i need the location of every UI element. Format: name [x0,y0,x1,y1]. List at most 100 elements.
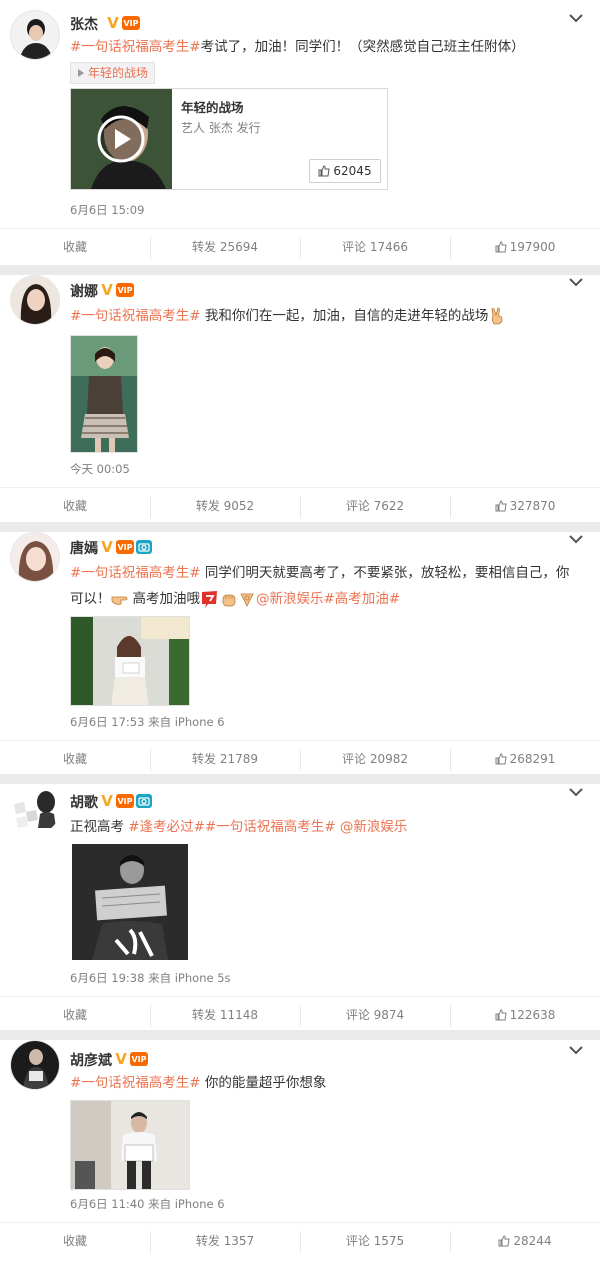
repost-button[interactable]: 转发 1357 [150,1223,300,1259]
post-xiena: 谢娜 V VIP #一句话祝福高考生# 我和你们在一起，加油，自信的走进年轻的战… [0,265,600,522]
collect-button[interactable]: 收藏 [0,229,150,265]
play-small-icon [78,69,84,77]
thumbs-up-icon [498,1235,510,1247]
badges: V VIP [100,281,134,299]
post-text: #一句话祝福高考生# 你的能量超乎你想象 [70,1070,326,1096]
collect-button[interactable]: 收藏 [0,488,150,524]
action-bar: 收藏 转发 1357 评论 1575 28244 [0,1222,600,1259]
thumbs-up-icon [495,500,507,512]
like-button[interactable]: 268291 [450,741,600,777]
post-photo[interactable] [70,616,190,706]
comment-button[interactable]: 评论 20982 [300,741,450,777]
post-huyanbin: 胡彦斌 V VIP #一句话祝福高考生# 你的能量超乎你想象 6月6日 11:4… [0,1030,600,1261]
badges: V VIP [100,538,152,556]
card-title: 年轻的战场 [181,100,244,115]
music-tag-label: 年轻的战场 [88,66,149,80]
user-name[interactable]: 胡彦斌 [70,1050,112,1070]
repost-button[interactable]: 转发 9052 [150,488,300,524]
fist-emoji-icon [222,594,236,607]
avatar-tangyan-image [11,533,59,581]
music-tag[interactable]: 年轻的战场 [70,62,156,84]
post-huge: 胡歌 V VIP 正视高考 #逢考必过##一句话祝福高考生# @新浪娱乐 6月6… [0,774,600,1030]
topic-link[interactable]: #一句话祝福高考生# [70,565,201,581]
like-button[interactable]: 327870 [450,488,600,524]
thumbs-up-icon [495,753,507,765]
like-count: 327870 [509,499,556,513]
post-zhangjie: 张杰 V VIP #一句话祝福高考生#考试了，加油！同学们！（突然感觉自己班主任… [0,0,600,265]
topic-link[interactable]: #高考加油# [324,591,401,607]
topic-link[interactable]: #一句话祝福高考生# [70,308,201,324]
action-bar: 收藏 转发 9052 评论 7622 327870 [0,487,600,524]
user-name[interactable]: 谢娜 [70,281,98,301]
ok-hand-emoji-icon [240,593,254,607]
post-body: 我和你们在一起，加油，自信的走进年轻的战场 [200,308,489,324]
post-time[interactable]: 6月6日 19:38 来自 iPhone 5s [70,970,231,986]
action-bar: 收藏 转发 21789 评论 20982 268291 [0,740,600,777]
comment-button[interactable]: 评论 9874 [300,997,450,1033]
card-like-button[interactable]: 62045 [309,159,381,183]
like-count: 28244 [513,1234,552,1248]
badges: V VIP [100,792,152,810]
post-time[interactable]: 今天 00:05 [70,461,130,477]
pointing-hand-emoji-icon [111,596,127,605]
vip-icon: VIP [130,1052,148,1066]
chevron-down-icon[interactable] [568,784,584,800]
photo-xiena-image [71,336,137,452]
avatar[interactable] [10,275,60,325]
topic-link[interactable]: #一句话祝福高考生# [70,39,201,55]
avatar-huge-image [10,784,60,834]
mention-link[interactable]: @新浪娱乐 [336,819,408,835]
vip-icon: VIP [116,540,134,554]
thumbs-up-icon [318,165,330,177]
post-time[interactable]: 6月6日 11:40 来自 iPhone 6 [70,1196,225,1212]
chevron-down-icon[interactable] [568,531,584,547]
post-text: #一句话祝福高考生#考试了，加油！同学们！（突然感觉自己班主任附体） [70,34,525,60]
photo-tangyan-image [71,617,189,705]
post-body-line2: 可以！ [70,591,111,607]
photo-huyanbin-image [71,1101,189,1189]
like-button[interactable]: 197900 [450,229,600,265]
card-subtitle: 艺人 张杰 发行 [181,121,261,135]
music-card[interactable]: 年轻的战场 艺人 张杰 发行 62045 [70,88,388,190]
like-button[interactable]: 28244 [450,1223,600,1259]
post-body: 你的能量超乎你想象 [200,1075,327,1091]
post-time[interactable]: 6月6日 15:09 [70,202,144,218]
post-photo[interactable] [70,1100,190,1190]
repost-button[interactable]: 转发 21789 [150,741,300,777]
like-button[interactable]: 122638 [450,997,600,1033]
repost-button[interactable]: 转发 25694 [150,229,300,265]
chevron-down-icon[interactable] [568,274,584,290]
comment-button[interactable]: 评论 1575 [300,1223,450,1259]
avatar[interactable] [10,532,60,582]
user-name[interactable]: 胡歌 [70,792,98,812]
verified-icon: V [107,14,119,32]
user-name[interactable]: 唐嫣 [70,538,98,558]
card-like-count: 62045 [333,164,372,178]
badges: V VIP [106,14,140,32]
camera-icon [136,540,152,554]
like-count: 197900 [509,240,556,254]
topic-link[interactable]: #逢考必过##一句话祝福高考生# [128,819,335,835]
repost-button[interactable]: 转发 11148 [150,997,300,1033]
chevron-down-icon[interactable] [568,10,584,26]
collect-button[interactable]: 收藏 [0,997,150,1033]
post-time[interactable]: 6月6日 17:53 来自 iPhone 6 [70,714,225,730]
collect-button[interactable]: 收藏 [0,1223,150,1259]
avatar[interactable] [10,784,60,834]
post-photo[interactable] [70,335,138,453]
verified-icon: V [101,538,113,556]
avatar[interactable] [10,10,60,60]
avatar[interactable] [10,1040,60,1090]
avatar-zhangjie-image [11,11,59,59]
post-text: #一句话祝福高考生# 我和你们在一起，加油，自信的走进年轻的战场 [70,303,506,329]
camera-icon [136,794,152,808]
collect-button[interactable]: 收藏 [0,741,150,777]
chevron-down-icon[interactable] [568,1042,584,1058]
user-name[interactable]: 张杰 [70,14,98,34]
comment-button[interactable]: 评论 7622 [300,488,450,524]
topic-link[interactable]: #一句话祝福高考生# [70,1075,201,1091]
mention-link[interactable]: @新浪娱乐 [256,591,324,607]
comment-button[interactable]: 评论 17466 [300,229,450,265]
badges: V VIP [114,1050,148,1068]
post-photo[interactable] [72,844,188,960]
